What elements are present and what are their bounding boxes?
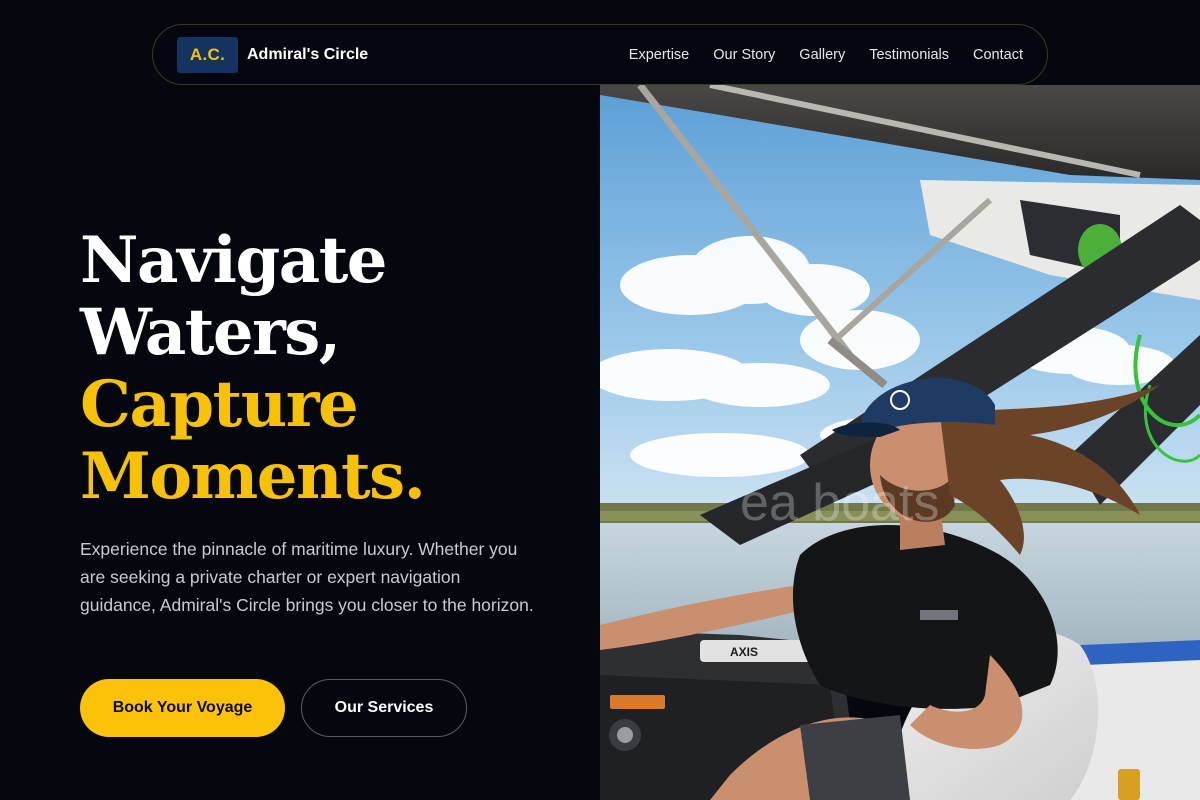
headline-line-3: Capture: [80, 367, 359, 442]
logo-badge[interactable]: A.C.: [177, 36, 238, 73]
headline-line-1: Navigate: [80, 223, 387, 298]
nav-link-gallery[interactable]: Gallery: [799, 47, 845, 63]
nav-link-contact[interactable]: Contact: [973, 47, 1023, 63]
nav-links: Expertise Our Story Gallery Testimonials…: [629, 47, 1023, 63]
boat-axis-label: AXIS: [730, 645, 758, 659]
our-services-button[interactable]: Our Services: [301, 679, 467, 737]
hero-image: AXIS ea boats: [600, 85, 1200, 800]
logo-initials: A.C.: [189, 44, 226, 64]
nav-link-expertise[interactable]: Expertise: [629, 47, 689, 63]
headline-line-2: Waters,: [80, 295, 341, 370]
book-voyage-button[interactable]: Book Your Voyage: [80, 679, 285, 737]
headline-line-4: Moments.: [80, 439, 426, 514]
nav-link-testimonials[interactable]: Testimonials: [869, 47, 949, 63]
hero-description: Experience the pinnacle of maritime luxu…: [80, 539, 534, 615]
hero-headline: Navigate Waters, Capture Moments.: [80, 223, 426, 514]
brand-name[interactable]: Admiral's Circle: [247, 46, 368, 64]
nav-link-our-story[interactable]: Our Story: [713, 47, 775, 63]
image-watermark: ea boats: [740, 474, 940, 532]
top-navigation: A.C. Admiral's Circle Expertise Our Stor…: [152, 24, 1048, 85]
